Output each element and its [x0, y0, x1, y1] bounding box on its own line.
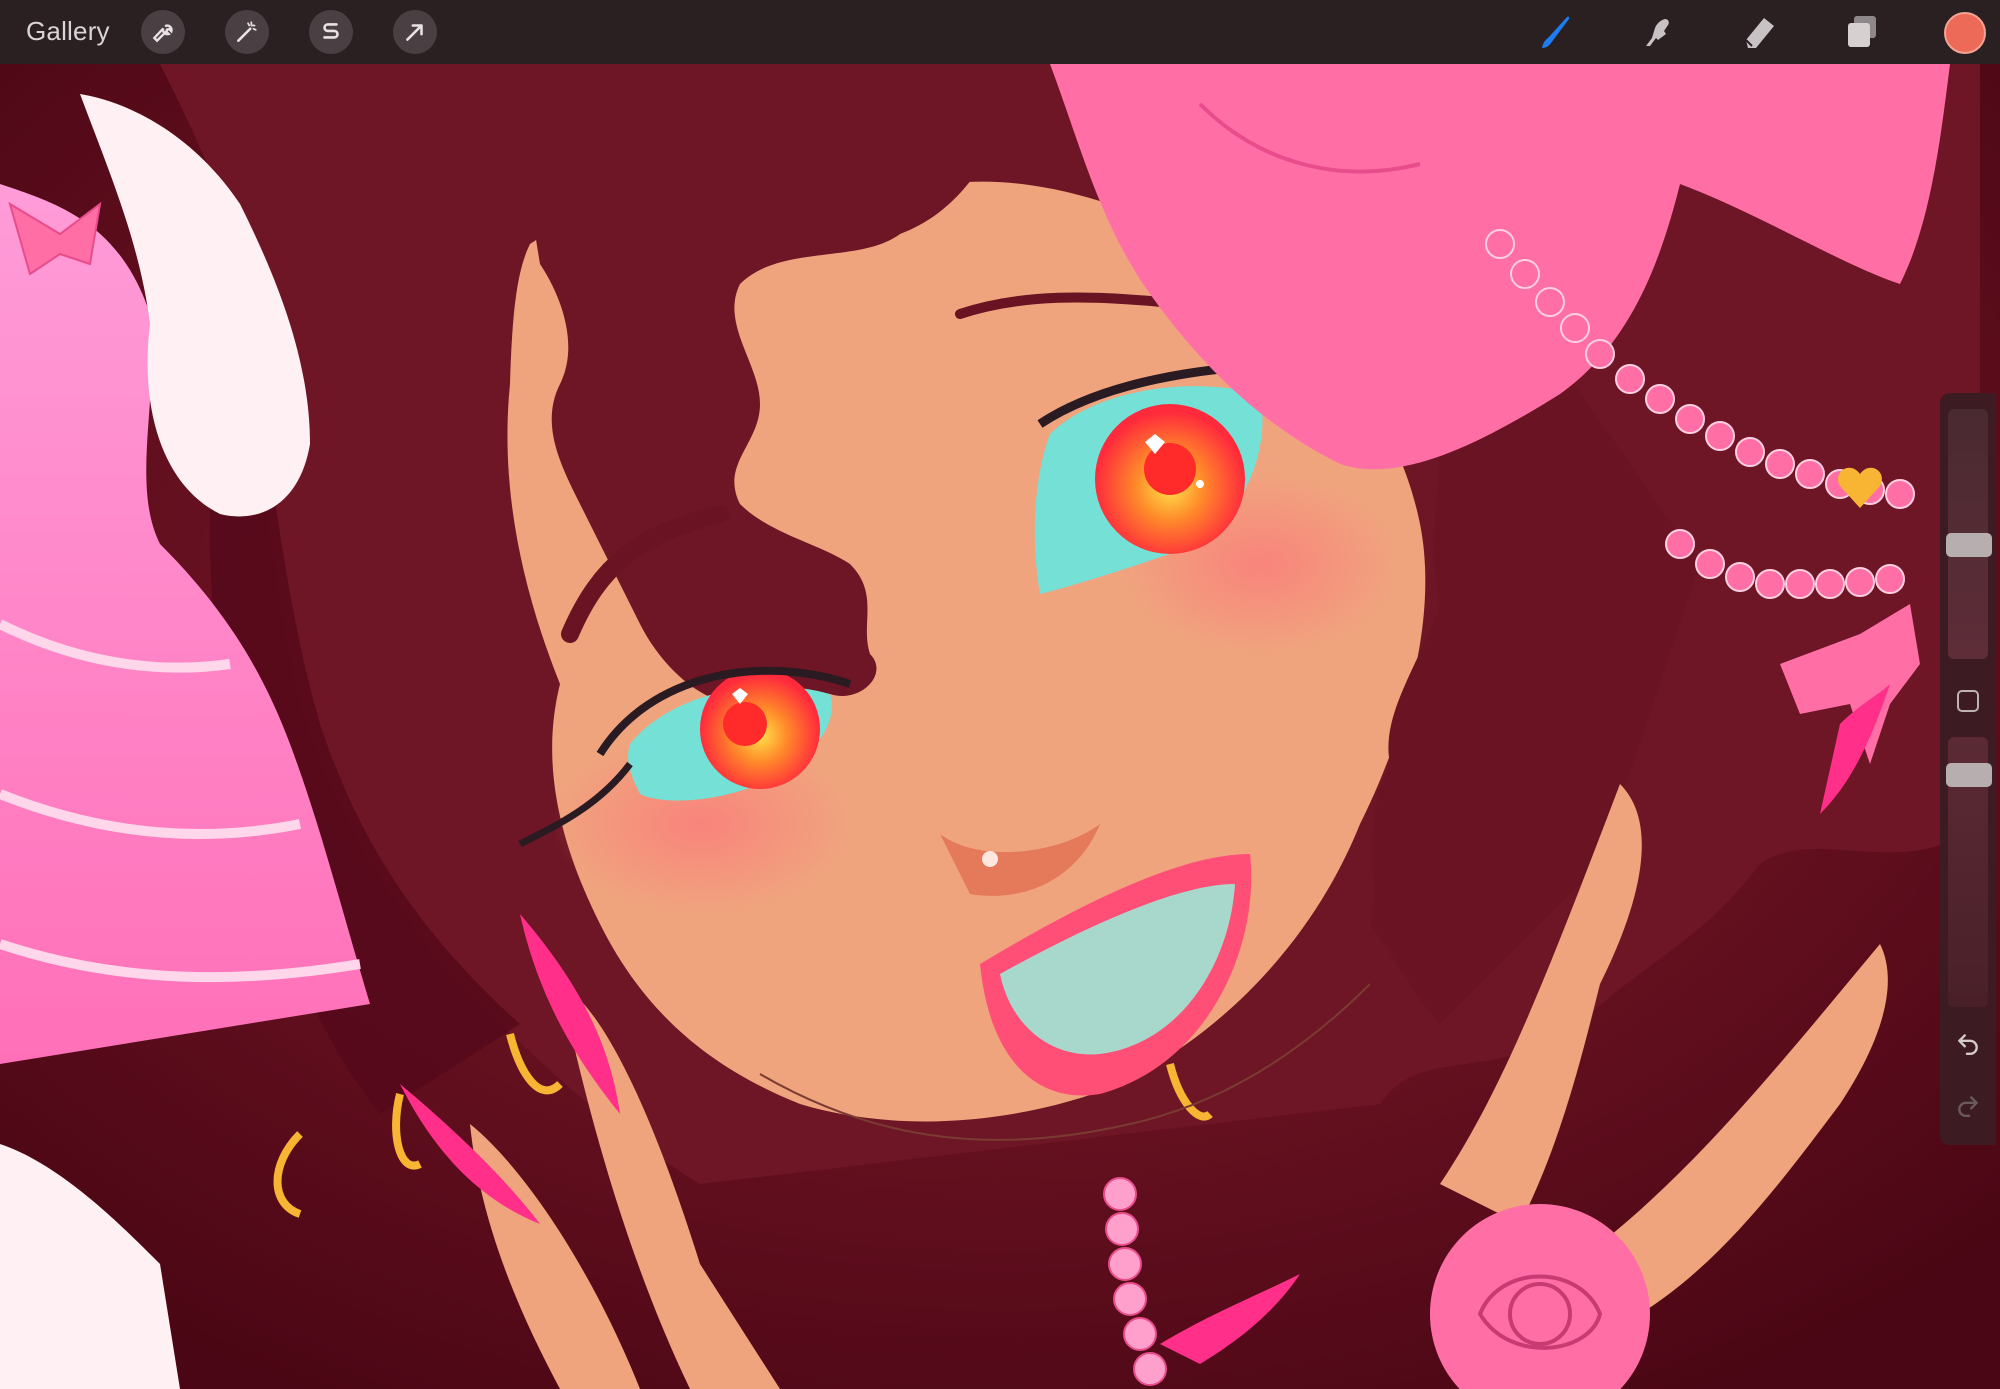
adjustments-button[interactable] [225, 10, 269, 54]
magic-wand-icon [237, 21, 257, 42]
artwork [0, 64, 2000, 1389]
transform-arrow-icon [406, 24, 423, 41]
layers-button[interactable] [1838, 8, 1886, 56]
selection-button[interactable] [309, 10, 353, 54]
wrench-icon [152, 24, 173, 43]
modify-button[interactable] [1957, 690, 1979, 712]
actions-button[interactable] [141, 10, 185, 54]
eraser-tool-button[interactable] [1736, 8, 1784, 56]
brush-tool-button[interactable] [1532, 8, 1580, 56]
brush-icon [1542, 16, 1570, 48]
opacity-thumb[interactable] [1946, 763, 1992, 787]
redo-button[interactable] [1954, 1091, 1982, 1119]
selection-s-icon [323, 23, 339, 39]
color-picker-button[interactable] [1944, 12, 1986, 54]
side-toolbar [1940, 393, 1996, 1145]
procreate-app: Gallery [0, 0, 2000, 1389]
undo-button[interactable] [1954, 1029, 1982, 1057]
transform-button[interactable] [393, 10, 437, 54]
smudge-tool-button[interactable] [1634, 8, 1682, 56]
layers-icon [1848, 16, 1876, 47]
eraser-icon [1745, 18, 1774, 48]
smudge-icon [1646, 19, 1669, 46]
brush-size-thumb[interactable] [1946, 533, 1992, 557]
redo-icon [1958, 1096, 1978, 1118]
top-toolbar: Gallery [0, 0, 2000, 64]
undo-icon [1958, 1034, 1978, 1056]
drawing-canvas[interactable] [0, 64, 2000, 1389]
gallery-button[interactable]: Gallery [26, 16, 110, 47]
